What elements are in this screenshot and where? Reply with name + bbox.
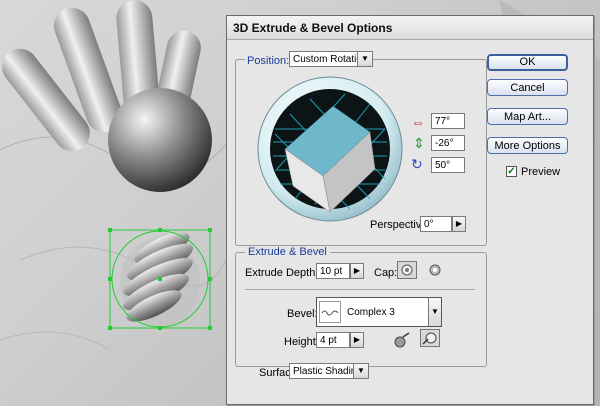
extrude-bevel-title: Extrude & Bevel bbox=[245, 246, 330, 258]
bevel-value: Complex 3 bbox=[347, 307, 395, 318]
cancel-button[interactable]: Cancel bbox=[487, 79, 568, 96]
bevel-height-slider-button[interactable]: ▶ bbox=[350, 332, 364, 348]
map-art-button[interactable]: Map Art... bbox=[487, 108, 568, 125]
more-options-button[interactable]: More Options bbox=[487, 137, 568, 154]
position-select[interactable]: Custom Rotation ▼ bbox=[289, 51, 373, 67]
extrude-bevel-dialog: 3D Extrude & Bevel Options Position: Cus… bbox=[226, 15, 594, 405]
extrude-depth-value: 10 pt bbox=[320, 266, 343, 277]
rotation-z-value: 50° bbox=[435, 160, 451, 171]
dialog-title: 3D Extrude & Bevel Options bbox=[233, 21, 393, 35]
ok-button[interactable]: OK bbox=[487, 54, 568, 71]
chevron-down-icon: ▼ bbox=[353, 364, 368, 378]
position-label: Position: bbox=[245, 55, 292, 67]
y-axis-rotation-icon: ⇕ bbox=[413, 135, 425, 151]
bevel-extent-out-icon[interactable] bbox=[392, 331, 412, 349]
surface-value: Plastic Shading bbox=[293, 366, 362, 377]
preview-label: Preview bbox=[521, 166, 561, 178]
group-divider bbox=[245, 289, 475, 290]
bevel-height-value: 4 pt bbox=[320, 335, 337, 346]
height-label: Height: bbox=[284, 336, 319, 348]
bevel-height-field[interactable]: 4 pt bbox=[316, 332, 350, 348]
rotation-track-cube[interactable] bbox=[255, 74, 405, 224]
cap-on-icon[interactable] bbox=[397, 261, 417, 279]
bevel-preview-icon bbox=[319, 301, 341, 323]
bevel-label: Bevel: bbox=[287, 308, 318, 320]
surface-select[interactable]: Plastic Shading ▼ bbox=[289, 363, 369, 379]
extrude-depth-label: Extrude Depth: bbox=[245, 267, 319, 279]
perspective-value: 0° bbox=[424, 219, 434, 230]
extrude-depth-field[interactable]: 10 pt bbox=[316, 263, 350, 279]
chevron-down-icon: ▼ bbox=[357, 52, 372, 66]
cap-label: Cap: bbox=[374, 267, 398, 279]
x-axis-rotation-icon: ⇔ bbox=[411, 114, 425, 130]
chevron-down-icon: ▼ bbox=[428, 298, 441, 326]
perspective-slider-button[interactable]: ▶ bbox=[452, 216, 466, 232]
bevel-extent-in-icon[interactable] bbox=[420, 329, 440, 347]
rotation-z-field[interactable]: 50° bbox=[431, 157, 465, 173]
rotation-x-field[interactable]: 77° bbox=[431, 113, 465, 129]
rotation-y-field[interactable]: -26° bbox=[431, 135, 465, 151]
bevel-select[interactable]: Complex 3 ▼ bbox=[316, 297, 442, 327]
rotation-y-value: -26° bbox=[435, 138, 454, 149]
z-axis-rotation-icon: ↻ bbox=[411, 156, 423, 172]
dialog-titlebar[interactable]: 3D Extrude & Bevel Options bbox=[227, 16, 593, 40]
cap-off-icon[interactable] bbox=[425, 261, 445, 279]
rotation-x-value: 77° bbox=[435, 116, 451, 127]
preview-checkbox[interactable]: ✓ bbox=[506, 166, 517, 177]
perspective-field[interactable]: 0° bbox=[420, 216, 452, 232]
extrude-depth-slider-button[interactable]: ▶ bbox=[350, 263, 364, 279]
